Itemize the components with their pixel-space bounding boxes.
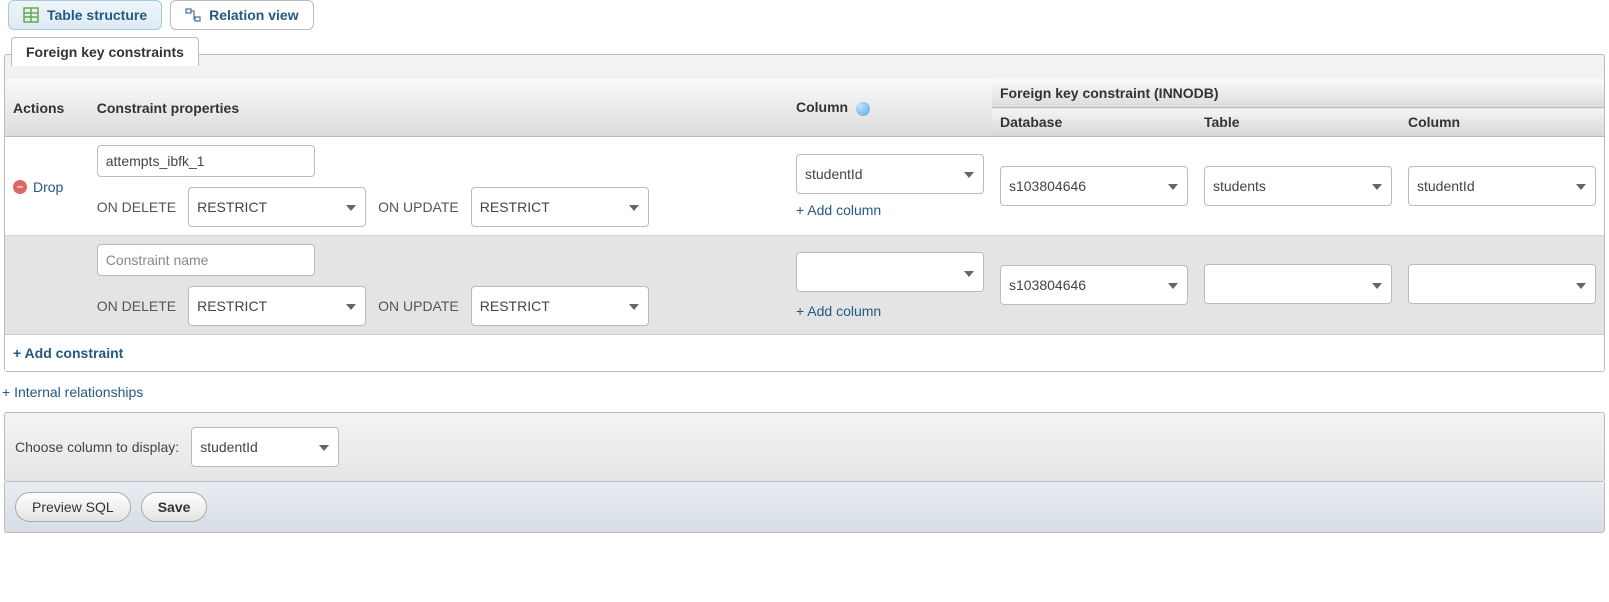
choose-column-select[interactable]: studentId bbox=[191, 427, 339, 467]
column-select[interactable] bbox=[796, 252, 984, 292]
on-delete-label: ON DELETE bbox=[97, 199, 176, 215]
fk-database-select[interactable]: s103804646 bbox=[1000, 265, 1188, 305]
on-update-label: ON UPDATE bbox=[378, 199, 459, 215]
column-select[interactable]: studentId bbox=[796, 154, 984, 194]
footer-bar: Preview SQL Save bbox=[4, 482, 1605, 533]
constraint-row: – Drop ON DELETE RESTRICT ON UPDATE bbox=[5, 137, 1604, 236]
on-delete-select[interactable]: RESTRICT bbox=[188, 187, 366, 227]
add-constraint-link[interactable]: + Add constraint bbox=[13, 345, 123, 361]
on-update-select[interactable]: RESTRICT bbox=[471, 187, 649, 227]
foreign-key-section: Foreign key constraints Actions Constrai… bbox=[4, 54, 1605, 372]
tab-relation-view[interactable]: Relation view bbox=[170, 0, 313, 30]
drop-link[interactable]: – Drop bbox=[13, 179, 63, 195]
on-delete-select[interactable]: RESTRICT bbox=[188, 286, 366, 326]
constraint-name-input[interactable] bbox=[97, 244, 315, 276]
top-tabs: Table structure Relation view bbox=[2, 0, 1607, 30]
fk-column-select[interactable]: studentId bbox=[1408, 166, 1596, 206]
drop-label: Drop bbox=[33, 179, 63, 195]
th-database: Database bbox=[992, 108, 1196, 137]
foreign-key-table: Actions Constraint properties Column For… bbox=[5, 79, 1604, 334]
tab-relation-view-label: Relation view bbox=[209, 7, 298, 23]
th-fk-column: Column bbox=[1400, 108, 1604, 137]
fk-table-select[interactable]: students bbox=[1204, 166, 1392, 206]
add-column-link[interactable]: + Add column bbox=[796, 303, 984, 319]
th-actions: Actions bbox=[5, 79, 89, 137]
add-column-link[interactable]: + Add column bbox=[796, 202, 984, 218]
th-props: Constraint properties bbox=[89, 79, 788, 137]
tab-table-structure[interactable]: Table structure bbox=[8, 0, 162, 30]
constraint-row: ON DELETE RESTRICT ON UPDATE RESTRICT + bbox=[5, 236, 1604, 335]
choose-column-label: Choose column to display: bbox=[15, 439, 179, 455]
fk-database-select[interactable]: s103804646 bbox=[1000, 166, 1188, 206]
th-column-text: Column bbox=[796, 99, 848, 115]
fk-column-select[interactable] bbox=[1408, 264, 1596, 304]
minus-icon: – bbox=[13, 180, 27, 194]
foreign-key-section-title: Foreign key constraints bbox=[11, 37, 199, 66]
preview-sql-button[interactable]: Preview SQL bbox=[15, 492, 131, 522]
on-delete-label: ON DELETE bbox=[97, 298, 176, 314]
save-button[interactable]: Save bbox=[141, 492, 208, 522]
th-column: Column bbox=[788, 79, 992, 137]
relation-icon bbox=[185, 7, 201, 23]
fk-table-select[interactable] bbox=[1204, 264, 1392, 304]
constraint-name-input[interactable] bbox=[97, 145, 315, 177]
on-update-label: ON UPDATE bbox=[378, 298, 459, 314]
th-fk: Foreign key constraint (INNODB) bbox=[992, 79, 1604, 108]
tab-table-structure-label: Table structure bbox=[47, 7, 147, 23]
choose-column-panel: Choose column to display: studentId bbox=[4, 412, 1605, 482]
help-icon[interactable] bbox=[856, 102, 870, 116]
structure-icon bbox=[23, 7, 39, 23]
th-table: Table bbox=[1196, 108, 1400, 137]
internal-relationships-link[interactable]: + Internal relationships bbox=[2, 384, 143, 400]
on-update-select[interactable]: RESTRICT bbox=[471, 286, 649, 326]
